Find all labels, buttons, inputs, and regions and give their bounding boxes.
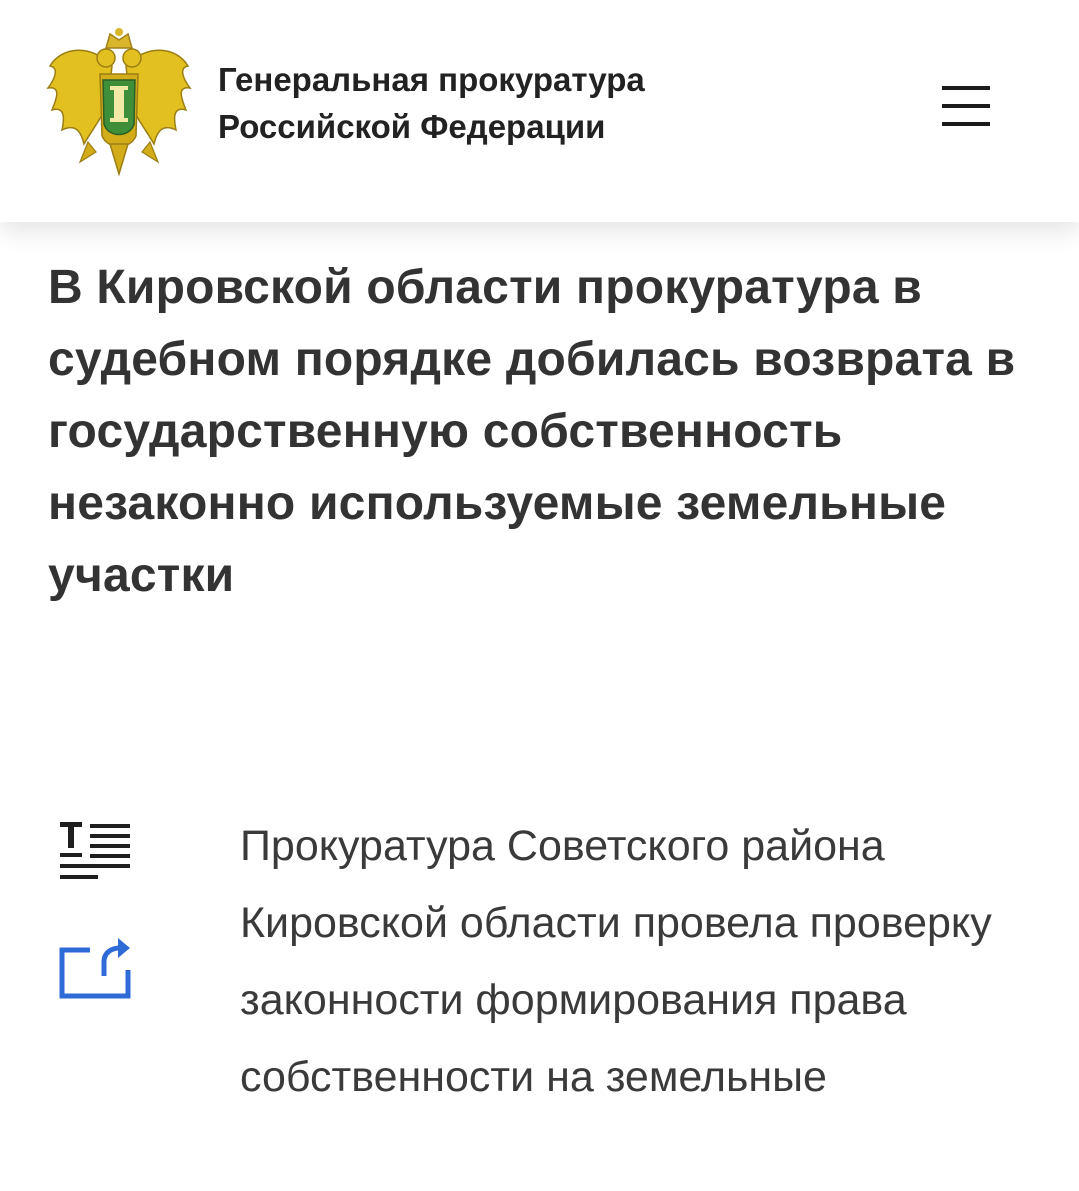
text-size-icon	[60, 822, 130, 879]
share-icon	[59, 938, 131, 999]
hamburger-menu-button[interactable]	[932, 78, 998, 130]
share-button[interactable]	[56, 934, 136, 1004]
emblem-icon[interactable]	[44, 26, 194, 182]
text-size-button[interactable]	[56, 820, 136, 890]
organization-name-line2: Российской Федерации	[218, 108, 606, 145]
article-title: В Кировской области прокуратура в судебн…	[48, 261, 1016, 602]
organization-name[interactable]: Генеральная прокуратура Российской Федер…	[218, 56, 645, 150]
organization-name-line1: Генеральная прокуратура	[218, 61, 645, 98]
site-header: Генеральная прокуратура Российской Федер…	[0, 0, 1079, 222]
article-body: Прокуратура Советского района Кировской …	[240, 822, 992, 1101]
